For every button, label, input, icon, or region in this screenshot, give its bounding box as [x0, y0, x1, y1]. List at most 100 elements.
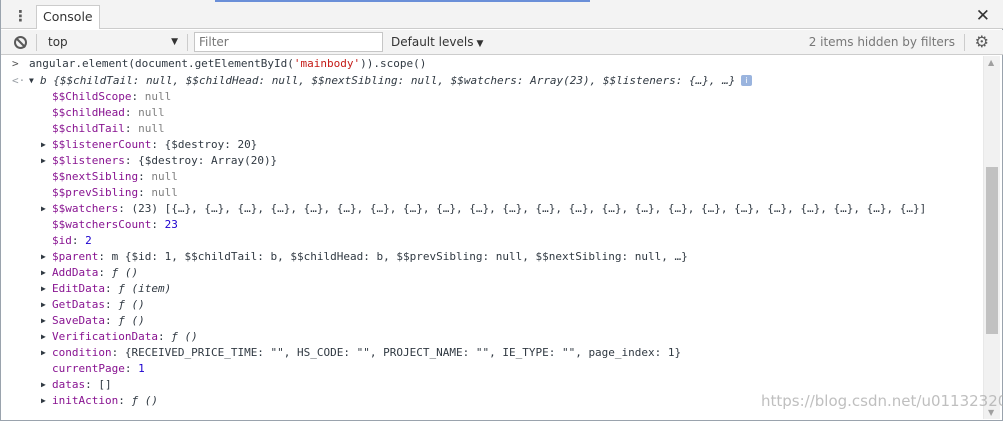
property-key: $$ChildScope — [52, 90, 132, 103]
info-icon[interactable]: i — [741, 75, 752, 86]
property-key: initAction — [52, 394, 119, 407]
property-colon: : — [118, 202, 132, 215]
property-value: 2 — [85, 234, 92, 247]
property-value: (23) [{…}, {…}, {…}, {…}, {…}, {…}, {…},… — [131, 202, 927, 215]
property-colon: : — [157, 330, 172, 343]
property-entry: $id: 2 — [52, 233, 92, 249]
property-colon: : — [131, 90, 145, 103]
property-entry: datas: [] — [52, 377, 112, 393]
property-value: null — [151, 170, 178, 183]
input-prompt-icon: > — [12, 57, 19, 70]
property-key: datas — [52, 378, 86, 391]
property-colon: : — [124, 154, 139, 167]
property-value: {RECEIVED_PRICE_TIME: "", HS_CODE: "", P… — [124, 346, 682, 359]
scrollbar-thumb[interactable] — [986, 167, 998, 334]
expand-triangle-icon[interactable]: ▶ — [41, 345, 46, 361]
property-colon: : — [151, 138, 165, 151]
context-value: top — [48, 35, 68, 49]
watermark: https://blog.csdn.net/u011323200 — [761, 392, 1003, 410]
property-colon: : — [104, 298, 119, 311]
property-value: null — [151, 186, 178, 199]
property-key: EditData — [52, 282, 105, 295]
property-colon: : — [138, 170, 152, 183]
scroll-up-icon[interactable]: ▲ — [988, 58, 994, 67]
tab-console[interactable]: Console — [36, 5, 100, 29]
property-colon: : — [124, 106, 139, 119]
property-entry: VerificationData: ƒ () — [52, 329, 198, 345]
expand-triangle-icon[interactable]: ▶ — [41, 297, 46, 313]
property-colon: : — [118, 394, 132, 407]
property-entry: $$listeners: {$destroy: Array(20)} — [52, 153, 277, 169]
property-value: ƒ () — [171, 330, 198, 343]
property-entry: currentPage: 1 — [52, 361, 145, 377]
close-icon[interactable]: ✕ — [976, 5, 990, 27]
property-entry: $$childTail: null — [52, 121, 165, 137]
expand-triangle-icon[interactable]: ▶ — [41, 201, 46, 217]
property-value: ƒ () — [118, 298, 145, 311]
expand-triangle-icon[interactable]: ▶ — [41, 377, 46, 393]
filter-input[interactable] — [194, 32, 383, 52]
property-colon: : — [104, 314, 119, 327]
property-key: currentPage — [52, 362, 125, 375]
console-command: angular.element(document.getElementById(… — [29, 57, 427, 70]
property-key: GetDatas — [52, 298, 105, 311]
toolbar-divider — [36, 34, 37, 51]
property-colon: : — [104, 282, 119, 295]
property-entry: $$ChildScope: null — [52, 89, 171, 105]
property-value: null — [138, 106, 165, 119]
expand-triangle-icon[interactable]: ▶ — [41, 137, 46, 153]
result-summary: b {$$childTail: null, $$childHead: null,… — [40, 74, 736, 87]
expand-triangle-icon[interactable]: ▶ — [41, 329, 46, 345]
expand-triangle-icon[interactable]: ▶ — [41, 393, 46, 409]
expand-triangle-icon[interactable]: ▶ — [41, 249, 46, 265]
kebab-menu-icon[interactable]: ⋮ — [13, 7, 28, 25]
property-key: $$listeners — [52, 154, 125, 167]
property-key: $id — [52, 234, 72, 247]
property-value: [] — [98, 378, 112, 391]
expand-triangle-icon[interactable]: ▼ — [29, 73, 34, 89]
property-key: condition — [52, 346, 112, 359]
gear-icon[interactable]: ⚙ — [975, 33, 989, 51]
property-entry: $$listenerCount: {$destroy: 20} — [52, 137, 257, 153]
property-key: $$childTail — [52, 122, 125, 135]
property-colon: : — [151, 218, 165, 231]
expand-triangle-icon[interactable]: ▶ — [41, 313, 46, 329]
property-key: $parent — [52, 250, 99, 263]
vertical-scrollbar[interactable]: ▲ ▼ — [983, 56, 1000, 419]
expand-triangle-icon[interactable]: ▶ — [41, 153, 46, 169]
log-levels-dropdown[interactable]: Default levels ▼ — [391, 30, 483, 56]
property-value: null — [138, 122, 165, 135]
property-colon: : — [85, 378, 99, 391]
property-value: ƒ () — [131, 394, 158, 407]
console-output[interactable]: > angular.element(document.getElementByI… — [1, 56, 983, 421]
property-value: null — [144, 90, 172, 103]
property-colon: : — [98, 266, 112, 279]
property-entry: GetDatas: ƒ () — [52, 297, 145, 313]
expand-triangle-icon[interactable]: ▶ — [41, 281, 46, 297]
property-colon: : — [71, 234, 86, 247]
property-value: 23 — [164, 218, 178, 231]
clear-console-icon[interactable] — [14, 36, 27, 49]
property-entry: $$watchersCount: 23 — [52, 217, 178, 233]
property-entry: $$childHead: null — [52, 105, 165, 121]
property-value: 1 — [138, 362, 145, 375]
property-entry: initAction: ƒ () — [52, 393, 158, 409]
window-top-accent — [215, 0, 590, 2]
property-entry: $$nextSibling: null — [52, 169, 178, 185]
property-key: $$nextSibling — [52, 170, 139, 183]
expand-triangle-icon[interactable]: ▶ — [41, 265, 46, 281]
property-value: {$destroy: Array(20)} — [138, 154, 278, 167]
property-colon: : — [111, 346, 125, 359]
console-toolbar: top ▼ Default levels▼ 2 items hidden by … — [1, 30, 1003, 55]
property-key: $$prevSibling — [52, 186, 139, 199]
property-colon: : — [138, 186, 152, 199]
log-levels-label: Default levels — [391, 35, 474, 49]
dropdown-arrow-icon: ▼ — [171, 37, 178, 47]
context-selector[interactable]: top ▼ — [42, 30, 182, 54]
property-entry: $parent: m {$id: 1, $$childTail: b, $$ch… — [52, 249, 688, 265]
drawer-tab-bar: ⋮ Console ✕ — [1, 4, 1003, 29]
property-key: $$childHead — [52, 106, 125, 119]
property-value: {$destroy: 20} — [164, 138, 258, 151]
property-value: ƒ () — [111, 266, 139, 279]
property-colon: : — [124, 362, 139, 375]
